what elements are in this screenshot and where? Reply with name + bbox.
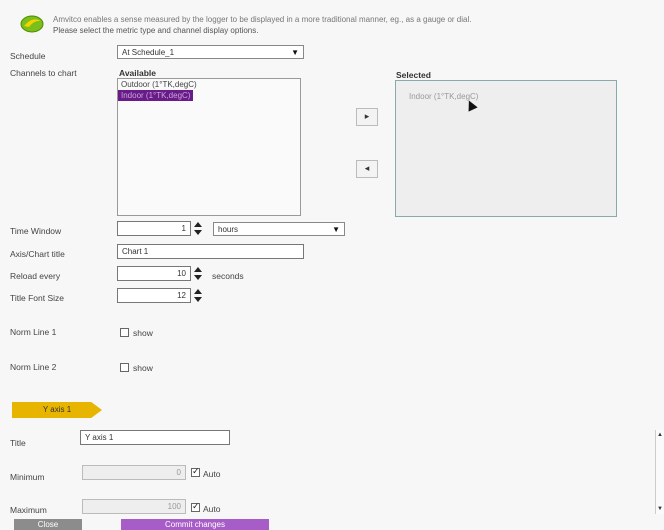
minimum-auto-checkbox[interactable]	[191, 466, 200, 477]
font-size-input[interactable]: 12	[117, 288, 191, 303]
available-item-indoor[interactable]: Indoor (1°TK,degC)	[118, 90, 194, 101]
header-description: Amvitco enables a sense measured by the …	[53, 15, 472, 24]
reload-unit-label: seconds	[212, 271, 244, 281]
norm-line-2-show-label: show	[133, 363, 153, 373]
reload-spinner-icon[interactable]	[194, 266, 202, 281]
available-item-outdoor[interactable]: Outdoor (1°TK,degC)	[118, 79, 300, 90]
minimum-input[interactable]: 0	[82, 465, 186, 480]
chart-title-input[interactable]: Chart 1	[117, 244, 304, 259]
norm-line-1-checkbox[interactable]	[120, 328, 129, 337]
schedule-label: Schedule	[10, 51, 46, 61]
header-instruction: Please select the metric type and channe…	[53, 26, 259, 35]
schedule-select[interactable]: At Schedule_1 ▼	[117, 45, 304, 59]
time-window-label: Time Window	[10, 226, 62, 236]
app-logo-icon	[20, 15, 44, 33]
maximum-auto-label: Auto	[203, 504, 221, 514]
commit-changes-button[interactable]: Commit changes	[121, 519, 269, 530]
vertical-scrollbar[interactable]: ▲ ▼	[655, 430, 664, 514]
norm-line-2-label: Norm Line 2	[10, 362, 57, 372]
maximum-input[interactable]: 100	[82, 499, 186, 514]
norm-line-1-label: Norm Line 1	[10, 327, 57, 337]
selected-item-indoor[interactable]: Indoor (1°TK,degC)	[406, 91, 616, 102]
available-channels-list[interactable]: Outdoor (1°TK,degC) Indoor (1°TK,degC)	[117, 78, 301, 216]
time-window-unit-select[interactable]: hours ▼	[213, 222, 345, 236]
reload-label: Reload every	[10, 271, 61, 281]
schedule-value: At Schedule_1	[122, 48, 175, 57]
move-right-button[interactable]: ▸	[356, 108, 378, 126]
chart-title-label: Axis/Chart title	[10, 249, 65, 259]
tab-channel-1[interactable]: channel 1	[182, 402, 290, 418]
close-button[interactable]: Close	[14, 519, 82, 530]
dialog-frame: Amvitco enables a sense measured by the …	[0, 0, 664, 530]
axis-title-label: Title	[10, 438, 26, 448]
selected-channels-list[interactable]: Indoor (1°TK,degC)	[395, 80, 617, 217]
reload-input[interactable]: 10	[117, 266, 191, 281]
scroll-up-icon[interactable]: ▲	[657, 432, 663, 438]
time-window-unit-value: hours	[218, 225, 239, 234]
font-size-label: Title Font Size	[10, 293, 65, 303]
time-window-input[interactable]: 1	[117, 221, 191, 236]
norm-line-2-checkbox[interactable]	[120, 363, 129, 372]
dropdown-arrow-icon: ▼	[332, 225, 340, 234]
dropdown-arrow-icon: ▼	[291, 48, 299, 57]
norm-line-1-show-label: show	[133, 328, 153, 338]
minimum-auto-label: Auto	[203, 469, 221, 479]
tab-y-axis-1[interactable]: Y axis 1	[12, 402, 102, 418]
move-left-button[interactable]: ◂	[356, 160, 378, 178]
time-window-spinner-icon[interactable]	[194, 221, 202, 236]
maximum-auto-checkbox[interactable]	[191, 501, 200, 512]
font-size-spinner-icon[interactable]	[194, 288, 202, 303]
selected-label: Selected	[396, 70, 431, 80]
scroll-down-icon[interactable]: ▼	[657, 506, 663, 512]
available-label: Available	[119, 68, 157, 78]
channels-label: Channels to chart	[10, 68, 77, 78]
tab-y-axis-2[interactable]: Y axis 2	[90, 402, 202, 418]
maximum-label: Maximum	[10, 505, 47, 515]
axis-title-input[interactable]: Y axis 1	[80, 430, 230, 445]
minimum-label: Minimum	[10, 472, 45, 482]
